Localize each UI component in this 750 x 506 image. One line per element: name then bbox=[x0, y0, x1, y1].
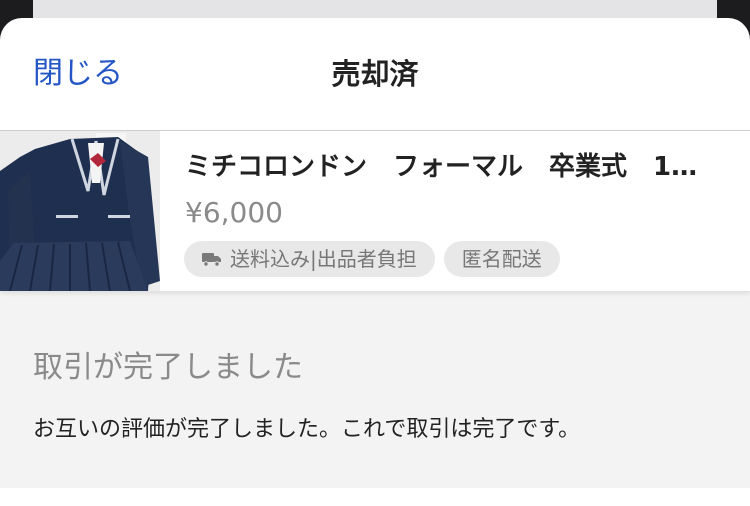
status-message: お互いの評価が完了しました。これで取引は完了です。 bbox=[33, 417, 581, 442]
item-card[interactable]: ミチコロンドン フォーマル 卒業式 1… ¥6,000 送料込み|出品者負担 匿… bbox=[0, 130, 750, 291]
truck-icon bbox=[202, 253, 221, 267]
item-title: ミチコロンドン フォーマル 卒業式 1… bbox=[185, 152, 698, 182]
item-price: ¥6,000 bbox=[185, 196, 283, 229]
shipping-fee-tag: 送料込み|出品者負担 bbox=[184, 241, 435, 277]
item-tags: 送料込み|出品者負担 匿名配送 bbox=[184, 241, 560, 277]
anonymous-shipping-label: 匿名配送 bbox=[461, 247, 542, 271]
shipping-fee-label: 送料込み|出品者負担 bbox=[230, 247, 417, 271]
anonymous-shipping-tag: 匿名配送 bbox=[443, 241, 560, 277]
page-title: 売却済 bbox=[331, 57, 419, 91]
transaction-status: 取引が完了しました お互いの評価が完了しました。これで取引は完了です。 bbox=[0, 290, 750, 488]
navigation-bar: 閉じる 売却済 bbox=[0, 18, 750, 130]
status-heading: 取引が完了しました bbox=[33, 350, 303, 385]
item-thumbnail bbox=[0, 131, 160, 291]
school-uniform-photo bbox=[0, 131, 160, 291]
